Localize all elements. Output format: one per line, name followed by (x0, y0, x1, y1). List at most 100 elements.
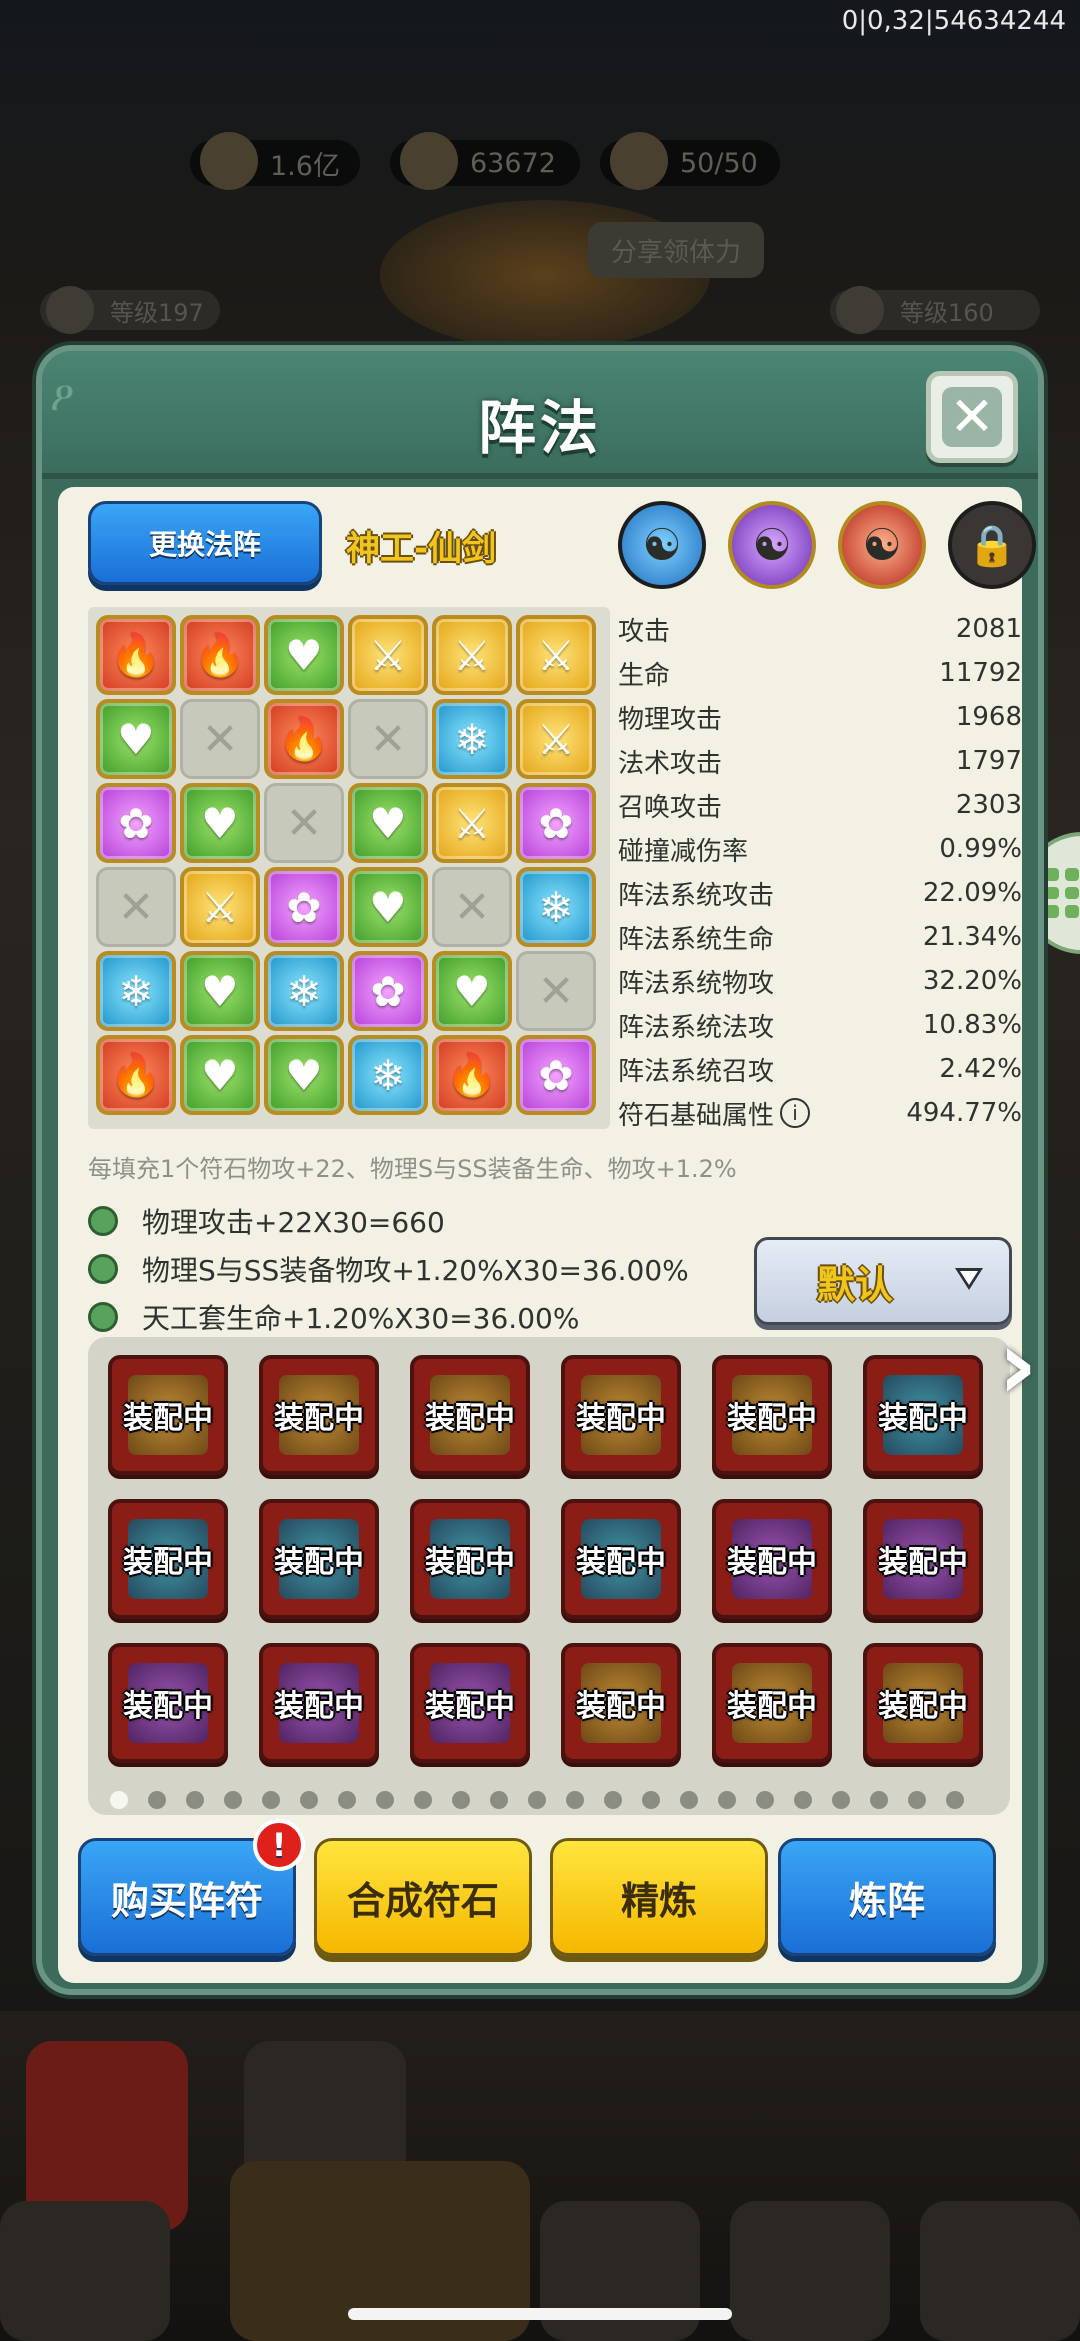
stat-label: 阵法系统法攻 (618, 1012, 775, 1043)
empty-slot-icon[interactable]: ✕ (96, 867, 176, 947)
page-dot[interactable] (110, 1791, 128, 1809)
ice-rune-icon[interactable]: ❄ (96, 951, 176, 1031)
paw-rune-icon[interactable]: ✿ (516, 783, 596, 863)
button-label: 炼阵 (848, 1878, 925, 1923)
heart-rune-icon[interactable]: ♥ (96, 699, 176, 779)
ice-rune-icon[interactable]: ❄ (264, 951, 344, 1031)
empty-slot-icon[interactable]: ✕ (180, 699, 260, 779)
heart-rune-icon[interactable]: ♥ (180, 783, 260, 863)
page-dot[interactable] (718, 1791, 736, 1809)
empty-slot-icon[interactable]: ✕ (432, 867, 512, 947)
equipped-rune-slot[interactable]: 装配中 (712, 1355, 832, 1475)
page-dot[interactable] (794, 1791, 812, 1809)
paw-rune-icon[interactable]: ✿ (348, 951, 428, 1031)
page-dot[interactable] (414, 1791, 432, 1809)
synthesize-rune-button[interactable]: 合成符石 (314, 1838, 532, 1956)
page-dot[interactable] (756, 1791, 774, 1809)
share-stamina-button[interactable]: 分享领体力 (588, 222, 764, 278)
page-dot[interactable] (946, 1791, 964, 1809)
equipped-rune-slot[interactable]: 装配中 (410, 1499, 530, 1619)
equipped-rune-slot[interactable]: 装配中 (259, 1643, 379, 1763)
buy-formation-rune-button[interactable]: 购买阵符 ! (78, 1819, 305, 1956)
page-dot[interactable] (642, 1791, 660, 1809)
page-dot[interactable] (528, 1791, 546, 1809)
sword-rune-icon[interactable]: ⚔ (432, 783, 512, 863)
paw-rune-icon[interactable]: ✿ (96, 783, 176, 863)
bullet-dot (88, 1206, 118, 1236)
stat-row: 阵法系统法攻 10.83% (618, 1003, 1022, 1047)
heart-rune-icon[interactable]: ♥ (348, 783, 428, 863)
page-dot[interactable] (262, 1791, 280, 1809)
ice-rune-icon[interactable]: ❄ (516, 867, 596, 947)
sword-rune-icon[interactable]: ⚔ (432, 615, 512, 695)
empty-slot-icon[interactable]: ✕ (516, 951, 596, 1031)
page-dot[interactable] (832, 1791, 850, 1809)
sword-rune-icon[interactable]: ⚔ (516, 699, 596, 779)
paw-rune-icon[interactable]: ✿ (516, 1035, 596, 1115)
close-button[interactable]: ✕ (926, 371, 1018, 463)
sort-select[interactable]: 默认 (754, 1237, 1012, 1325)
empty-slot-icon[interactable]: ✕ (264, 783, 344, 863)
empty-slot-icon[interactable]: ✕ (348, 699, 428, 779)
equipped-rune-slot[interactable]: 装配中 (410, 1643, 530, 1763)
page-dot[interactable] (490, 1791, 508, 1809)
sword-rune-icon[interactable]: ⚔ (516, 615, 596, 695)
equipped-rune-slot[interactable]: 装配中 (259, 1499, 379, 1619)
equipped-rune-slot[interactable]: 装配中 (863, 1355, 983, 1475)
equipped-rune-slot[interactable]: 装配中 (561, 1643, 681, 1763)
ice-rune-icon[interactable]: ❄ (348, 1035, 428, 1115)
bonus-line: 物理S与SS装备物攻+1.20%X30=36.00% (88, 1247, 689, 1291)
page-dot[interactable] (680, 1791, 698, 1809)
fire-rune-icon[interactable]: 🔥 (432, 1035, 512, 1115)
equipped-rune-slot[interactable]: 装配中 (863, 1643, 983, 1763)
equipped-rune-slot[interactable]: 装配中 (561, 1499, 681, 1619)
page-dot[interactable] (224, 1791, 242, 1809)
heart-rune-icon[interactable]: ♥ (264, 1035, 344, 1115)
page-dot[interactable] (908, 1791, 926, 1809)
heart-rune-icon[interactable]: ♥ (180, 951, 260, 1031)
fire-rune-icon[interactable]: 🔥 (96, 615, 176, 695)
page-dot[interactable] (148, 1791, 166, 1809)
fire-yinyang-icon[interactable]: ☯ (838, 501, 926, 589)
forge-formation-button[interactable]: 炼阵 (778, 1838, 996, 1956)
stat-label: 召唤攻击 (618, 792, 723, 823)
equipped-rune-slot[interactable]: 装配中 (863, 1499, 983, 1619)
page-dot[interactable] (338, 1791, 356, 1809)
water-yinyang-icon[interactable]: ☯ (618, 501, 706, 589)
page-dot[interactable] (452, 1791, 470, 1809)
home-indicator[interactable] (348, 2308, 732, 2320)
equipped-rune-slot[interactable]: 装配中 (108, 1355, 228, 1475)
stat-value: 1968 (955, 702, 1022, 732)
lock-icon[interactable]: 🔒 (948, 501, 1036, 589)
page-dot[interactable] (604, 1791, 622, 1809)
heart-rune-icon[interactable]: ♥ (264, 615, 344, 695)
page-dot[interactable] (186, 1791, 204, 1809)
page-dot[interactable] (300, 1791, 318, 1809)
equipped-rune-slot[interactable]: 装配中 (712, 1643, 832, 1763)
next-page-arrow-icon[interactable]: › (998, 1317, 1038, 1413)
fire-rune-icon[interactable]: 🔥 (264, 699, 344, 779)
info-icon[interactable]: i (780, 1098, 811, 1128)
page-dot[interactable] (566, 1791, 584, 1809)
paw-rune-icon[interactable]: ✿ (264, 867, 344, 947)
refine-button[interactable]: 精炼 (550, 1838, 768, 1956)
heart-rune-icon[interactable]: ♥ (180, 1035, 260, 1115)
heart-rune-icon[interactable]: ♥ (348, 867, 428, 947)
purple-yinyang-icon[interactable]: ☯ (728, 501, 816, 589)
yinyang-icon (836, 286, 884, 334)
equipped-rune-slot[interactable]: 装配中 (108, 1499, 228, 1619)
change-formation-button[interactable]: 更换法阵 (88, 501, 322, 585)
equipped-rune-slot[interactable]: 装配中 (108, 1643, 228, 1763)
sword-rune-icon[interactable]: ⚔ (348, 615, 428, 695)
page-dot[interactable] (376, 1791, 394, 1809)
equipped-rune-slot[interactable]: 装配中 (561, 1355, 681, 1475)
equipped-rune-slot[interactable]: 装配中 (410, 1355, 530, 1475)
ice-rune-icon[interactable]: ❄ (432, 699, 512, 779)
heart-rune-icon[interactable]: ♥ (432, 951, 512, 1031)
page-dot[interactable] (870, 1791, 888, 1809)
fire-rune-icon[interactable]: 🔥 (180, 615, 260, 695)
equipped-rune-slot[interactable]: 装配中 (712, 1499, 832, 1619)
fire-rune-icon[interactable]: 🔥 (96, 1035, 176, 1115)
equipped-rune-slot[interactable]: 装配中 (259, 1355, 379, 1475)
sword-rune-icon[interactable]: ⚔ (180, 867, 260, 947)
